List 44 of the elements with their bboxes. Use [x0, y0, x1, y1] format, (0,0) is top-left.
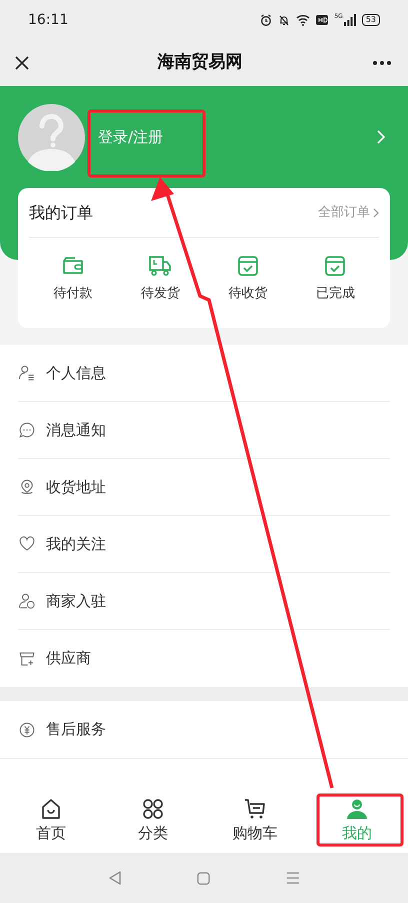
- avatar-placeholder-icon: [18, 104, 85, 170]
- storefront-icon: [18, 650, 36, 668]
- close-icon: [14, 55, 30, 71]
- page-title: 海南贸易网: [158, 51, 242, 74]
- menu-item[interactable]: 我的关注: [18, 516, 390, 573]
- menu-icon[interactable]: [285, 871, 302, 885]
- back-icon[interactable]: [106, 870, 123, 886]
- menu-item[interactable]: 收货地址: [18, 459, 390, 516]
- chevron-right-icon[interactable]: [376, 129, 386, 145]
- menu-item[interactable]: 售后服务: [18, 701, 390, 758]
- yen-circle-icon: [18, 720, 36, 738]
- chevron-right-icon: [373, 208, 379, 218]
- menu-item[interactable]: 商家入驻: [18, 573, 390, 630]
- person-list-icon: [18, 364, 36, 382]
- home-square-icon[interactable]: [196, 870, 212, 886]
- house-icon: [39, 797, 63, 822]
- box-check-icon: [236, 254, 260, 278]
- alarm-icon: [260, 14, 272, 26]
- more-icon: [372, 60, 392, 66]
- tab-item[interactable]: 首页: [0, 789, 102, 853]
- signal-icon: [344, 14, 356, 26]
- tab-item[interactable]: 分类: [102, 789, 204, 853]
- chat-bubble-icon: [18, 421, 36, 439]
- battery-indicator: 53: [362, 14, 380, 26]
- status-time: 16:11: [28, 10, 68, 30]
- menu-item[interactable]: 个人信息: [18, 345, 390, 402]
- menu-item[interactable]: 供应商: [18, 630, 390, 687]
- order-status-button[interactable]: 待付款: [29, 254, 116, 304]
- order-status-button[interactable]: 待收货: [204, 254, 292, 304]
- person-icon: [345, 797, 369, 822]
- order-status-button[interactable]: 已完成: [292, 254, 379, 304]
- box-check-icon: [323, 254, 348, 278]
- cart-icon: [243, 797, 267, 822]
- hd-voice-icon: [316, 15, 328, 25]
- heart-icon: [18, 535, 36, 553]
- order-status-button[interactable]: 待发货: [116, 254, 204, 304]
- tab-item[interactable]: 购物车: [204, 789, 306, 853]
- truck-icon: [148, 254, 172, 278]
- muted-bell-icon: [278, 14, 290, 26]
- wifi-icon: [296, 14, 310, 26]
- merchant-icon: [18, 592, 36, 610]
- orders-title: 我的订单: [29, 202, 93, 224]
- menu-item[interactable]: 消息通知: [18, 402, 390, 459]
- grid-icon: [141, 797, 165, 822]
